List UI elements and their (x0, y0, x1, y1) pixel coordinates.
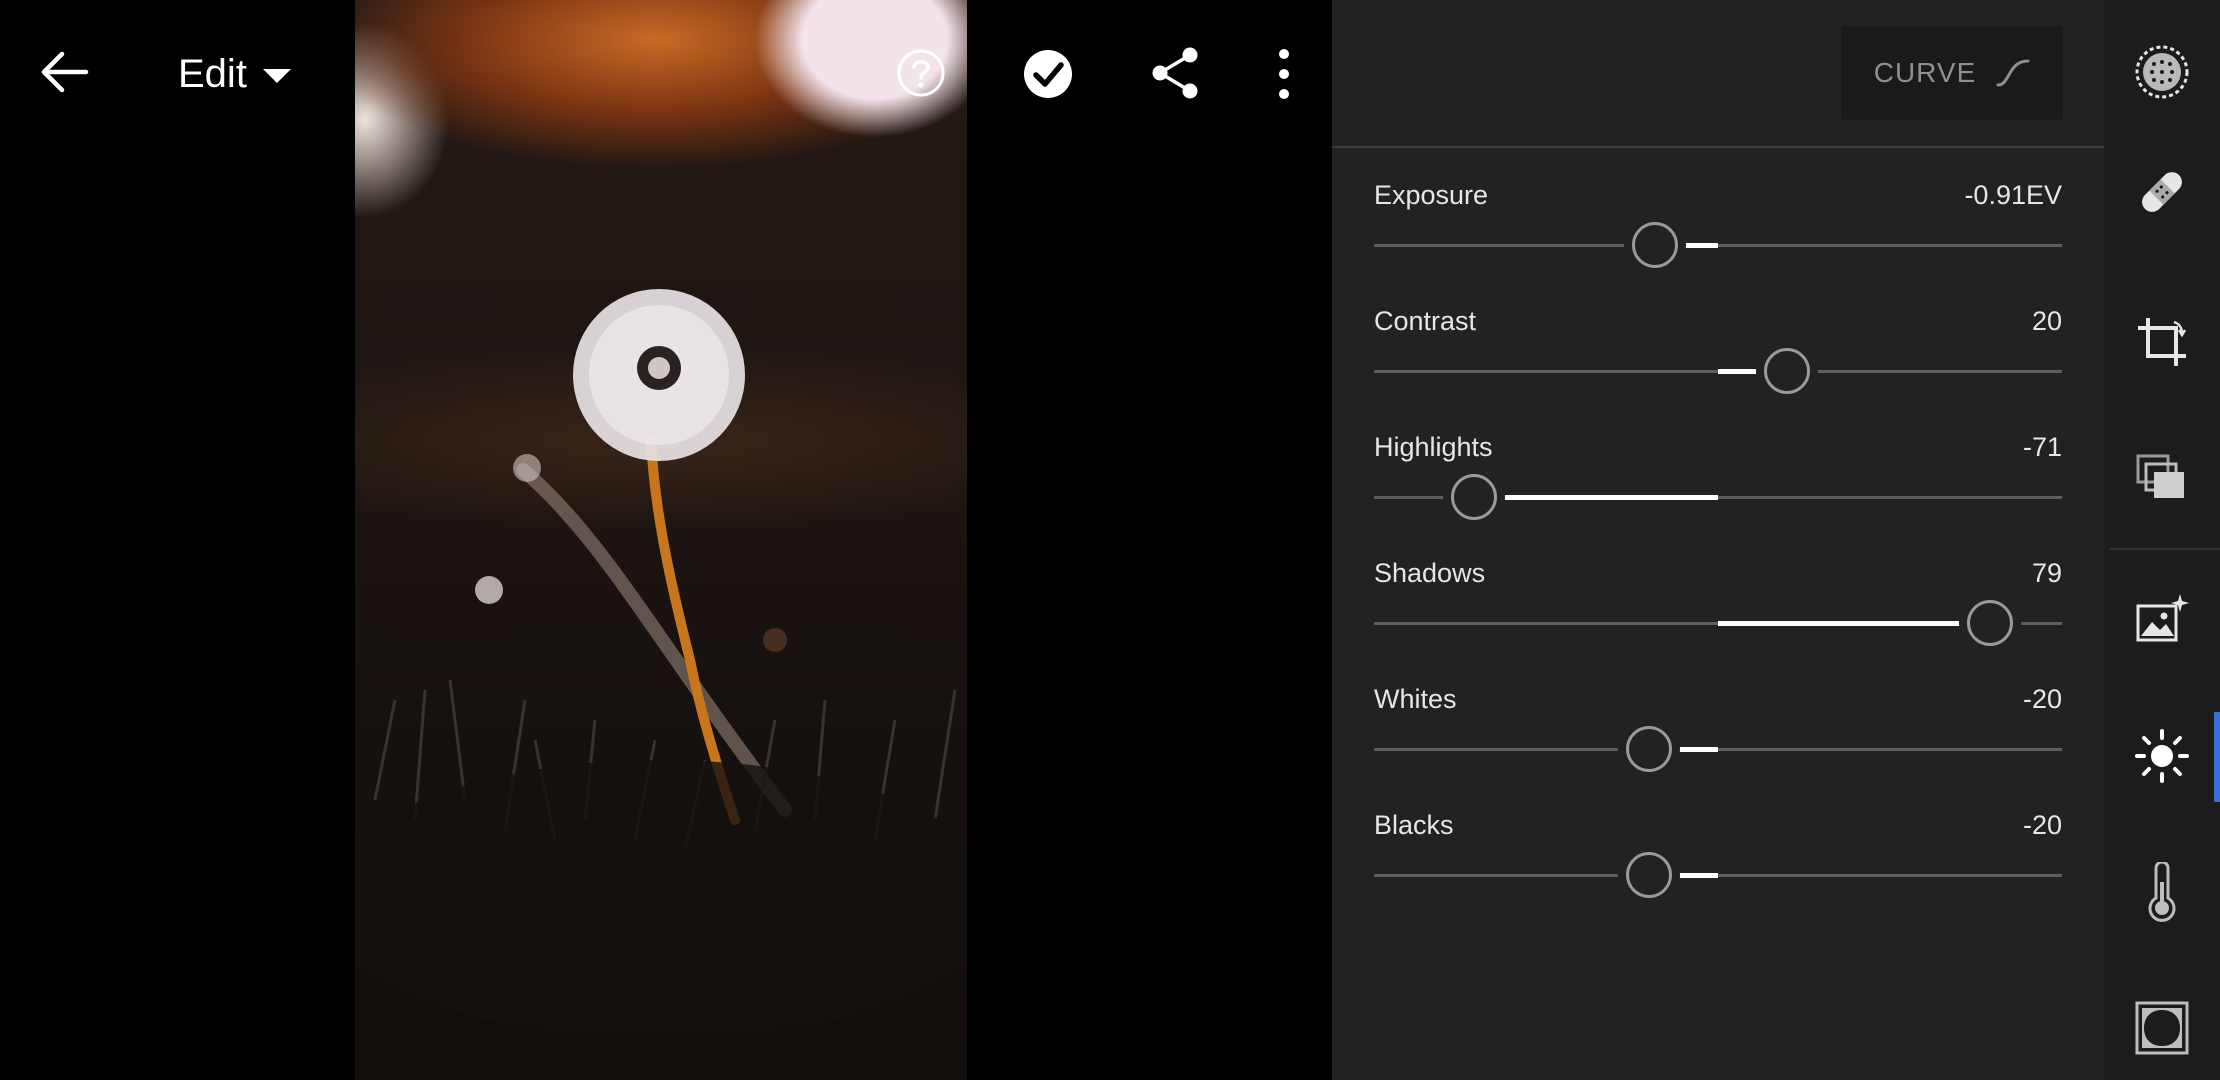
slider-label: Shadows (1374, 558, 1486, 588)
auto-enhance-icon[interactable] (2132, 590, 2192, 650)
edit-mode-dropdown[interactable]: Edit (178, 44, 291, 104)
checkmark-icon[interactable] (1022, 48, 1074, 100)
curve-icon (1996, 59, 2030, 87)
slider-fill (1473, 495, 1718, 500)
share-icon[interactable] (1150, 46, 1200, 100)
slider-blacks: Blacks -20 (1374, 810, 2062, 920)
slider-track[interactable] (1374, 726, 2062, 772)
slider-whites: Whites -20 (1374, 684, 2062, 794)
slider-fill (1718, 621, 1990, 626)
slider-track[interactable] (1374, 852, 2062, 898)
slider-label: Highlights (1374, 432, 1493, 462)
slider-thumb[interactable] (1763, 348, 1810, 394)
curve-label: CURVE (1873, 57, 1977, 88)
slider-track[interactable] (1374, 222, 2062, 268)
slider-label: Exposure (1374, 180, 1489, 210)
help-icon[interactable] (896, 48, 946, 98)
back-arrow-icon[interactable] (32, 40, 96, 104)
adjustment-panel: CURVE Exposure -0.91EV Contrast 20 Highlight… (1332, 0, 2104, 1080)
slider-shadows: Shadows 79 (1374, 558, 2062, 668)
crop-icon[interactable] (2132, 312, 2192, 372)
chevron-down-icon (262, 69, 291, 83)
vignette-icon[interactable] (2132, 998, 2192, 1058)
color-temperature-icon[interactable] (2132, 862, 2192, 922)
slider-exposure: Exposure -0.91EV (1374, 180, 2062, 290)
photo-canvas[interactable] (355, 0, 967, 1080)
healing-icon[interactable] (2132, 162, 2192, 222)
tool-rail (2104, 0, 2220, 1080)
slider-value[interactable]: 79 (2032, 558, 2062, 589)
slider-label: Blacks (1374, 810, 1454, 840)
rail-divider (2110, 548, 2220, 550)
light-icon[interactable] (2132, 726, 2192, 786)
slider-label: Whites (1374, 684, 1457, 714)
presets-icon[interactable] (2132, 448, 2192, 508)
slider-value[interactable]: -20 (2023, 684, 2062, 715)
more-vertical-icon[interactable] (1272, 48, 1296, 100)
slider-track[interactable] (1374, 474, 2062, 520)
slider-thumb[interactable] (1450, 474, 1497, 520)
slider-contrast: Contrast 20 (1374, 306, 2062, 416)
panel-divider (1332, 146, 2104, 148)
slider-thumb[interactable] (1626, 852, 1673, 898)
selective-icon[interactable] (2132, 42, 2192, 102)
slider-thumb[interactable] (1966, 600, 2013, 646)
curve-button[interactable]: CURVE (1841, 26, 2063, 120)
slider-highlights: Highlights -71 (1374, 432, 2062, 542)
slider-value[interactable]: 20 (2032, 306, 2062, 337)
active-tool-indicator (2214, 712, 2220, 802)
slider-label: Contrast (1374, 306, 1477, 336)
edit-mode-label: Edit (178, 51, 247, 96)
dandelion-photo (355, 289, 967, 1040)
slider-thumb[interactable] (1631, 222, 1678, 268)
slider-value[interactable]: -20 (2023, 810, 2062, 841)
slider-value[interactable]: -71 (2023, 432, 2062, 463)
slider-track[interactable] (1374, 348, 2062, 394)
slider-track[interactable] (1374, 600, 2062, 646)
slider-value[interactable]: -0.91EV (1964, 180, 2062, 211)
slider-thumb[interactable] (1626, 726, 1673, 772)
